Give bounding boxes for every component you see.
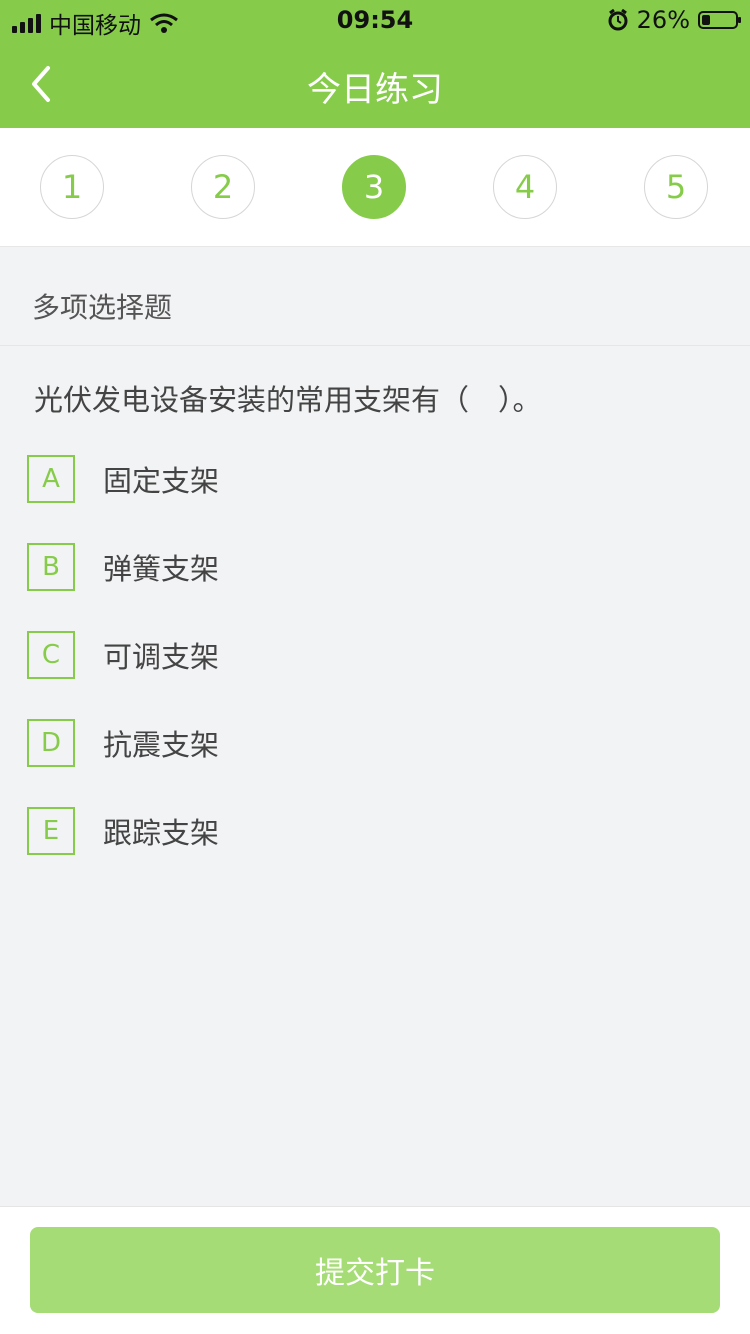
option-text: 跟踪支架: [103, 816, 220, 850]
option-letter-box[interactable]: E: [27, 807, 75, 855]
question-tabs: 1 2 3 4 5: [0, 128, 750, 247]
option-a[interactable]: A 固定支架: [27, 455, 219, 503]
divider: [0, 345, 750, 346]
tab-question-3[interactable]: 3: [342, 155, 406, 219]
tab-question-2[interactable]: 2: [191, 155, 255, 219]
header: 今日练习: [0, 40, 750, 128]
battery-icon: [698, 11, 741, 29]
bottom-bar: 提交打卡: [0, 1206, 750, 1334]
page-title: 今日练习: [307, 70, 443, 110]
battery-fill: [702, 15, 710, 25]
tab-question-1[interactable]: 1: [40, 155, 104, 219]
submit-checkin-button[interactable]: 提交打卡: [30, 1227, 720, 1313]
option-letter-box[interactable]: C: [27, 631, 75, 679]
status-right: 26%: [607, 6, 741, 34]
option-b[interactable]: B 弹簧支架: [27, 543, 219, 591]
option-d[interactable]: D 抗震支架: [27, 719, 219, 767]
option-letter-box[interactable]: D: [27, 719, 75, 767]
option-letter-box[interactable]: B: [27, 543, 75, 591]
tab-question-4[interactable]: 4: [493, 155, 557, 219]
tab-question-5[interactable]: 5: [644, 155, 708, 219]
top-bar: 中国移动 09:54 26% 今日练习: [0, 0, 750, 128]
alarm-icon: [608, 9, 628, 31]
option-c[interactable]: C 可调支架: [27, 631, 219, 679]
practice-screen: 中国移动 09:54 26% 今日练习 1 2 3 4 5 多项选择题 光伏发电…: [0, 0, 750, 1334]
battery-percent: 26%: [636, 6, 690, 34]
question-type-label: 多项选择题: [32, 291, 173, 324]
option-letter-box[interactable]: A: [27, 455, 75, 503]
question-text: 光伏发电设备安装的常用支架有（ ）。: [34, 383, 542, 417]
option-text: 抗震支架: [103, 728, 220, 762]
status-bar: 中国移动 09:54 26%: [0, 0, 750, 40]
option-e[interactable]: E 跟踪支架: [27, 807, 219, 855]
option-text: 弹簧支架: [103, 552, 220, 586]
option-text: 可调支架: [103, 640, 220, 674]
option-text: 固定支架: [103, 464, 220, 498]
